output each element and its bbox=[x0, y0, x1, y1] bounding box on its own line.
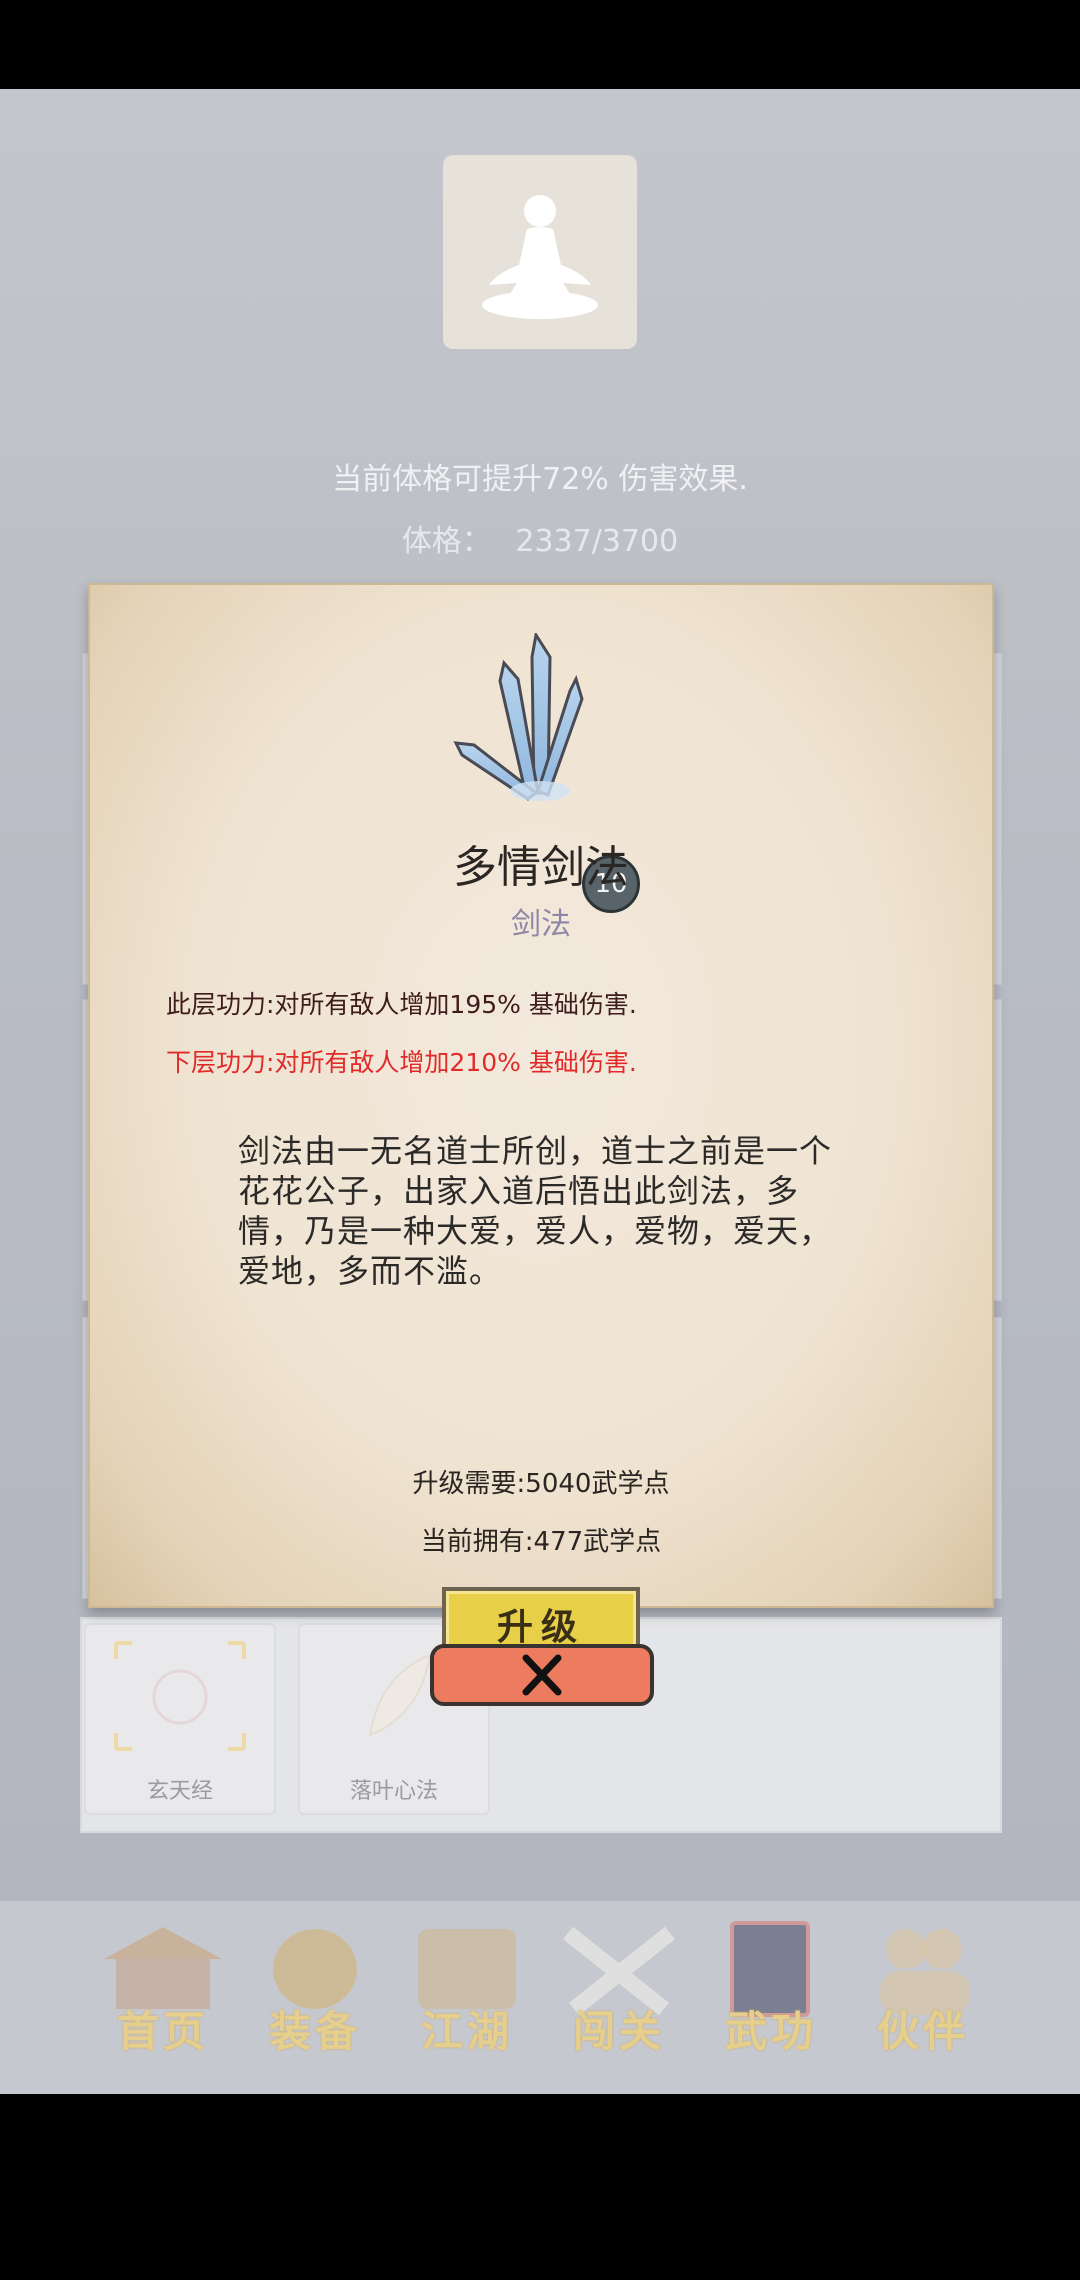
skill-label: 玄天经 bbox=[146, 1779, 213, 1804]
close-icon bbox=[522, 1654, 562, 1696]
nav-item-stages[interactable]: 闯关 bbox=[554, 1919, 684, 2059]
physique-row: 体格： 2337/3700 bbox=[0, 516, 1080, 560]
nav-label: 武功 bbox=[724, 2007, 817, 2056]
nav-label: 江湖 bbox=[420, 2007, 513, 2056]
nav-item-jianghu[interactable]: 江湖 bbox=[402, 1919, 532, 2059]
sword-skill-icon bbox=[453, 633, 584, 801]
physique-label: 体格： bbox=[401, 524, 492, 559]
close-button[interactable] bbox=[430, 1644, 654, 1706]
nav-item-home[interactable]: 首页 bbox=[98, 1919, 228, 2059]
skill-detail-popup: 10 多情剑法 剑法 此层功力:对所有敌人增加195% 基础伤害. 下层功力:对… bbox=[88, 583, 994, 1667]
upgrade-cost: 升级需要:5040武学点 bbox=[412, 1469, 670, 1499]
xuantian-scroll-icon bbox=[114, 1641, 246, 1751]
current-level-effect: 此层功力:对所有敌人增加195% 基础伤害. bbox=[166, 990, 637, 1019]
nav-label: 闯关 bbox=[572, 2007, 665, 2056]
skill-type: 剑法 bbox=[511, 907, 571, 942]
skill-card[interactable]: 玄天经 bbox=[84, 1623, 276, 1815]
next-level-effect: 下层功力:对所有敌人增加210% 基础伤害. bbox=[166, 1048, 637, 1077]
physique-value: 2337/3700 bbox=[515, 524, 679, 559]
nav-label: 伙伴 bbox=[876, 2007, 969, 2056]
game-screen: 当前体格可提升72% 伤害效果. 体格： 2337/3700 玄天经 落叶心法 bbox=[0, 89, 1080, 2094]
nav-item-equipment[interactable]: 装备 bbox=[250, 1919, 380, 2059]
points-owned: 当前拥有:477武学点 bbox=[420, 1527, 662, 1557]
nav-label: 装备 bbox=[268, 2007, 361, 2056]
nav-item-partners[interactable]: 伙伴 bbox=[858, 1919, 988, 2059]
meditation-avatar[interactable] bbox=[443, 155, 637, 349]
meditation-figure-icon bbox=[482, 195, 598, 319]
damage-bonus-text: 当前体格可提升72% 伤害效果. bbox=[332, 462, 748, 497]
bottom-nav: 首页 装备 江湖 闯关 武功 伙伴 bbox=[0, 1901, 1080, 2094]
nav-label: 首页 bbox=[116, 2007, 209, 2056]
skill-description: 剑法由一无名道士所创，道士之前是一个花花公子，出家入道后悟出此剑法，多情，乃是一… bbox=[238, 1132, 833, 1290]
nav-item-martial-arts[interactable]: 武功 bbox=[706, 1919, 836, 2059]
skill-label: 落叶心法 bbox=[349, 1779, 438, 1804]
skill-name: 多情剑法 bbox=[453, 842, 629, 893]
